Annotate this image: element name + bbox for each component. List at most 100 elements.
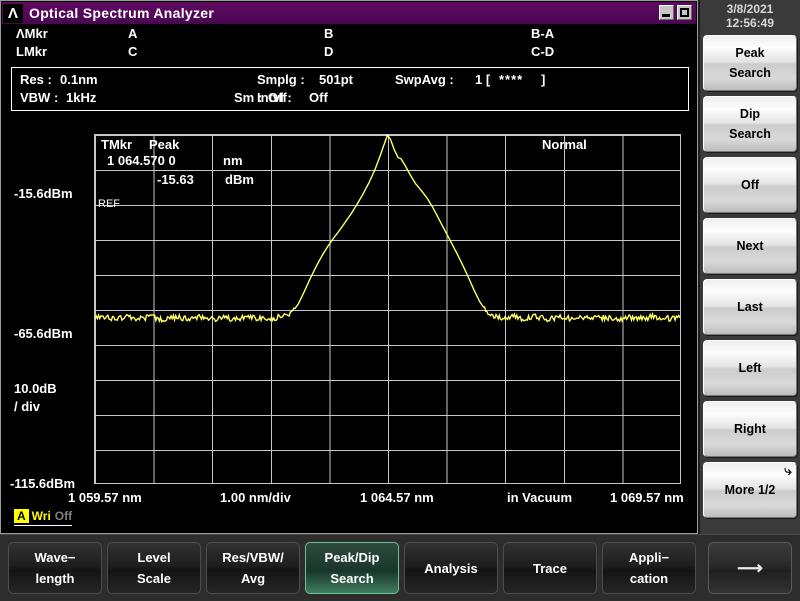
osa-application: Λ Optical Spectrum Analyzer ΛMkr A B B-A… (0, 0, 800, 600)
clock-time: 12:56:49 (700, 16, 800, 30)
more-arrow-icon: ⤷ (784, 463, 792, 477)
tab-next-page[interactable]: ⟶ (708, 542, 792, 594)
tab-res-vbw-avg[interactable]: Res/VBW/ Avg (206, 542, 300, 594)
softkey-peak-search[interactable]: Peak Search (703, 35, 797, 91)
marker-wavelength-unit: nm (223, 153, 243, 168)
sweep-average-stars: **** (499, 72, 523, 87)
window-title: Optical Spectrum Analyzer (29, 5, 214, 21)
softkey-right[interactable]: Right (703, 401, 797, 457)
vbw-label: VBW : (20, 90, 58, 105)
y-axis-mid-label: -65.6dBm (14, 326, 73, 341)
trace-mode-label: Wri (32, 509, 51, 523)
marker-header: ΛMkr A B B-A LMkr C D C-D (2, 25, 696, 65)
trace-letter-badge: A (14, 509, 29, 523)
marker-d-label[interactable]: D (324, 44, 333, 59)
x-axis-start-label: 1 059.57 nm (68, 490, 142, 505)
tab-line2: cation (630, 568, 668, 589)
minimize-icon[interactable] (659, 5, 674, 20)
sweep-settings-panel: Res : 0.1nm VBW : 1kHz Sm : Off Smplg : … (11, 67, 689, 111)
clock-display: 3/8/2021 12:56:49 (700, 0, 800, 33)
spectrum-grid[interactable]: TMkr Peak 1 064.570 0 nm -15.63 dBm Norm… (94, 134, 681, 484)
marker-level-unit: dBm (225, 172, 254, 187)
softkey-line1: Left (739, 358, 762, 378)
marker-wavelength: 1 064.570 0 (107, 153, 176, 168)
tab-line1: Analysis (424, 558, 477, 579)
softkey-more[interactable]: ⤷ More 1/2 (703, 462, 797, 518)
spectrum-graph-area: TMkr Peak 1 064.570 0 nm -15.63 dBm Norm… (2, 113, 696, 533)
window-titlebar: Λ Optical Spectrum Analyzer (2, 2, 696, 24)
y-axis-scale-unit: / div (14, 399, 40, 414)
softkey-line1: Peak (735, 43, 764, 63)
tab-line2: Avg (241, 568, 265, 589)
tab-line2: length (36, 568, 75, 589)
tab-line2: Scale (137, 568, 171, 589)
wavelength-marker-label: ΛMkr (16, 26, 48, 41)
softkey-dip-search[interactable]: Dip Search (703, 96, 797, 152)
softkey-line1: Dip (740, 104, 760, 124)
lambda-app-icon: Λ (3, 4, 23, 23)
sweep-average-bracket-close: ] (541, 72, 545, 87)
window-controls (659, 5, 692, 20)
interval-value[interactable]: Off (309, 90, 328, 105)
tmkr-label: TMkr (101, 137, 132, 152)
marker-b-label[interactable]: B (324, 26, 333, 41)
trace-status-badge[interactable]: A Wri Off (14, 507, 72, 526)
x-axis-scale-label: 1.00 nm/div (220, 490, 291, 505)
marker-ba-label[interactable]: B-A (531, 26, 554, 41)
softkey-off[interactable]: Off (703, 157, 797, 213)
softkey-line2: Search (729, 124, 771, 144)
tab-trace[interactable]: Trace (503, 542, 597, 594)
vbw-value[interactable]: 1kHz (66, 90, 96, 105)
x-axis-stop-label: 1 069.57 nm (610, 490, 684, 505)
softkey-panel: 3/8/2021 12:56:49 Peak Search Dip Search… (700, 0, 800, 534)
sweep-average-label: SwpAvg : (395, 72, 454, 87)
tab-level-scale[interactable]: Level Scale (107, 542, 201, 594)
peak-marker-layer (95, 135, 680, 483)
tab-line1: Wave− (34, 547, 75, 568)
x-axis-center-label: 1 064.57 nm (360, 490, 434, 505)
y-axis-top-label: -15.6dBm (14, 186, 73, 201)
y-axis-bottom-label: -115.6dBm (10, 476, 75, 491)
tab-analysis[interactable]: Analysis (404, 542, 498, 594)
reference-level-label: REF (98, 198, 120, 210)
interval-label: Intvl : (257, 90, 292, 105)
y-axis-scale-label: 10.0dB (14, 381, 57, 396)
softkey-last[interactable]: Last (703, 279, 797, 335)
function-tab-bar: Wave− length Level Scale Res/VBW/ Avg Pe… (0, 534, 800, 601)
tab-application[interactable]: Appli− cation (602, 542, 696, 594)
tab-line1: Appli− (629, 547, 669, 568)
trace-state-label: Off (55, 509, 72, 523)
sampling-value[interactable]: 501pt (319, 72, 353, 87)
tab-line1: Level (137, 547, 170, 568)
tab-peak-dip-search[interactable]: Peak/Dip Search (305, 542, 399, 594)
softkey-left[interactable]: Left (703, 340, 797, 396)
softkey-line1: Last (737, 297, 763, 317)
marker-row-wavelength: ΛMkr A B B-A (2, 26, 696, 45)
peak-marker-triangle-icon (379, 134, 397, 136)
marker-a-label[interactable]: A (128, 26, 137, 41)
softkey-line1: More 1/2 (725, 480, 776, 500)
marker-cd-label[interactable]: C-D (531, 44, 554, 59)
tab-wavelength[interactable]: Wave− length (8, 542, 102, 594)
softkey-line1: Right (734, 419, 766, 439)
softkey-line1: Off (741, 175, 759, 195)
x-axis-medium-label: in Vacuum (507, 490, 572, 505)
tab-line2: Search (330, 568, 373, 589)
softkey-line1: Next (736, 236, 763, 256)
tmkr-mode: Peak (149, 137, 179, 152)
sampling-label: Smplg : (257, 72, 305, 87)
marker-c-label[interactable]: C (128, 44, 137, 59)
clock-date: 3/8/2021 (700, 2, 800, 16)
display-mode-label: Normal (542, 137, 587, 152)
level-marker-label: LMkr (16, 44, 47, 59)
tab-line1: Res/VBW/ (222, 547, 283, 568)
maximize-icon[interactable] (677, 5, 692, 20)
resolution-value[interactable]: 0.1nm (60, 72, 98, 87)
tab-line1: Peak/Dip (325, 547, 380, 568)
resolution-label: Res : (20, 72, 52, 87)
tab-line1: Trace (533, 558, 567, 579)
sweep-average-value[interactable]: 1 [ (475, 72, 490, 87)
instrument-window: Λ Optical Spectrum Analyzer ΛMkr A B B-A… (0, 0, 698, 534)
softkey-next[interactable]: Next (703, 218, 797, 274)
marker-level: -15.63 (157, 172, 194, 187)
